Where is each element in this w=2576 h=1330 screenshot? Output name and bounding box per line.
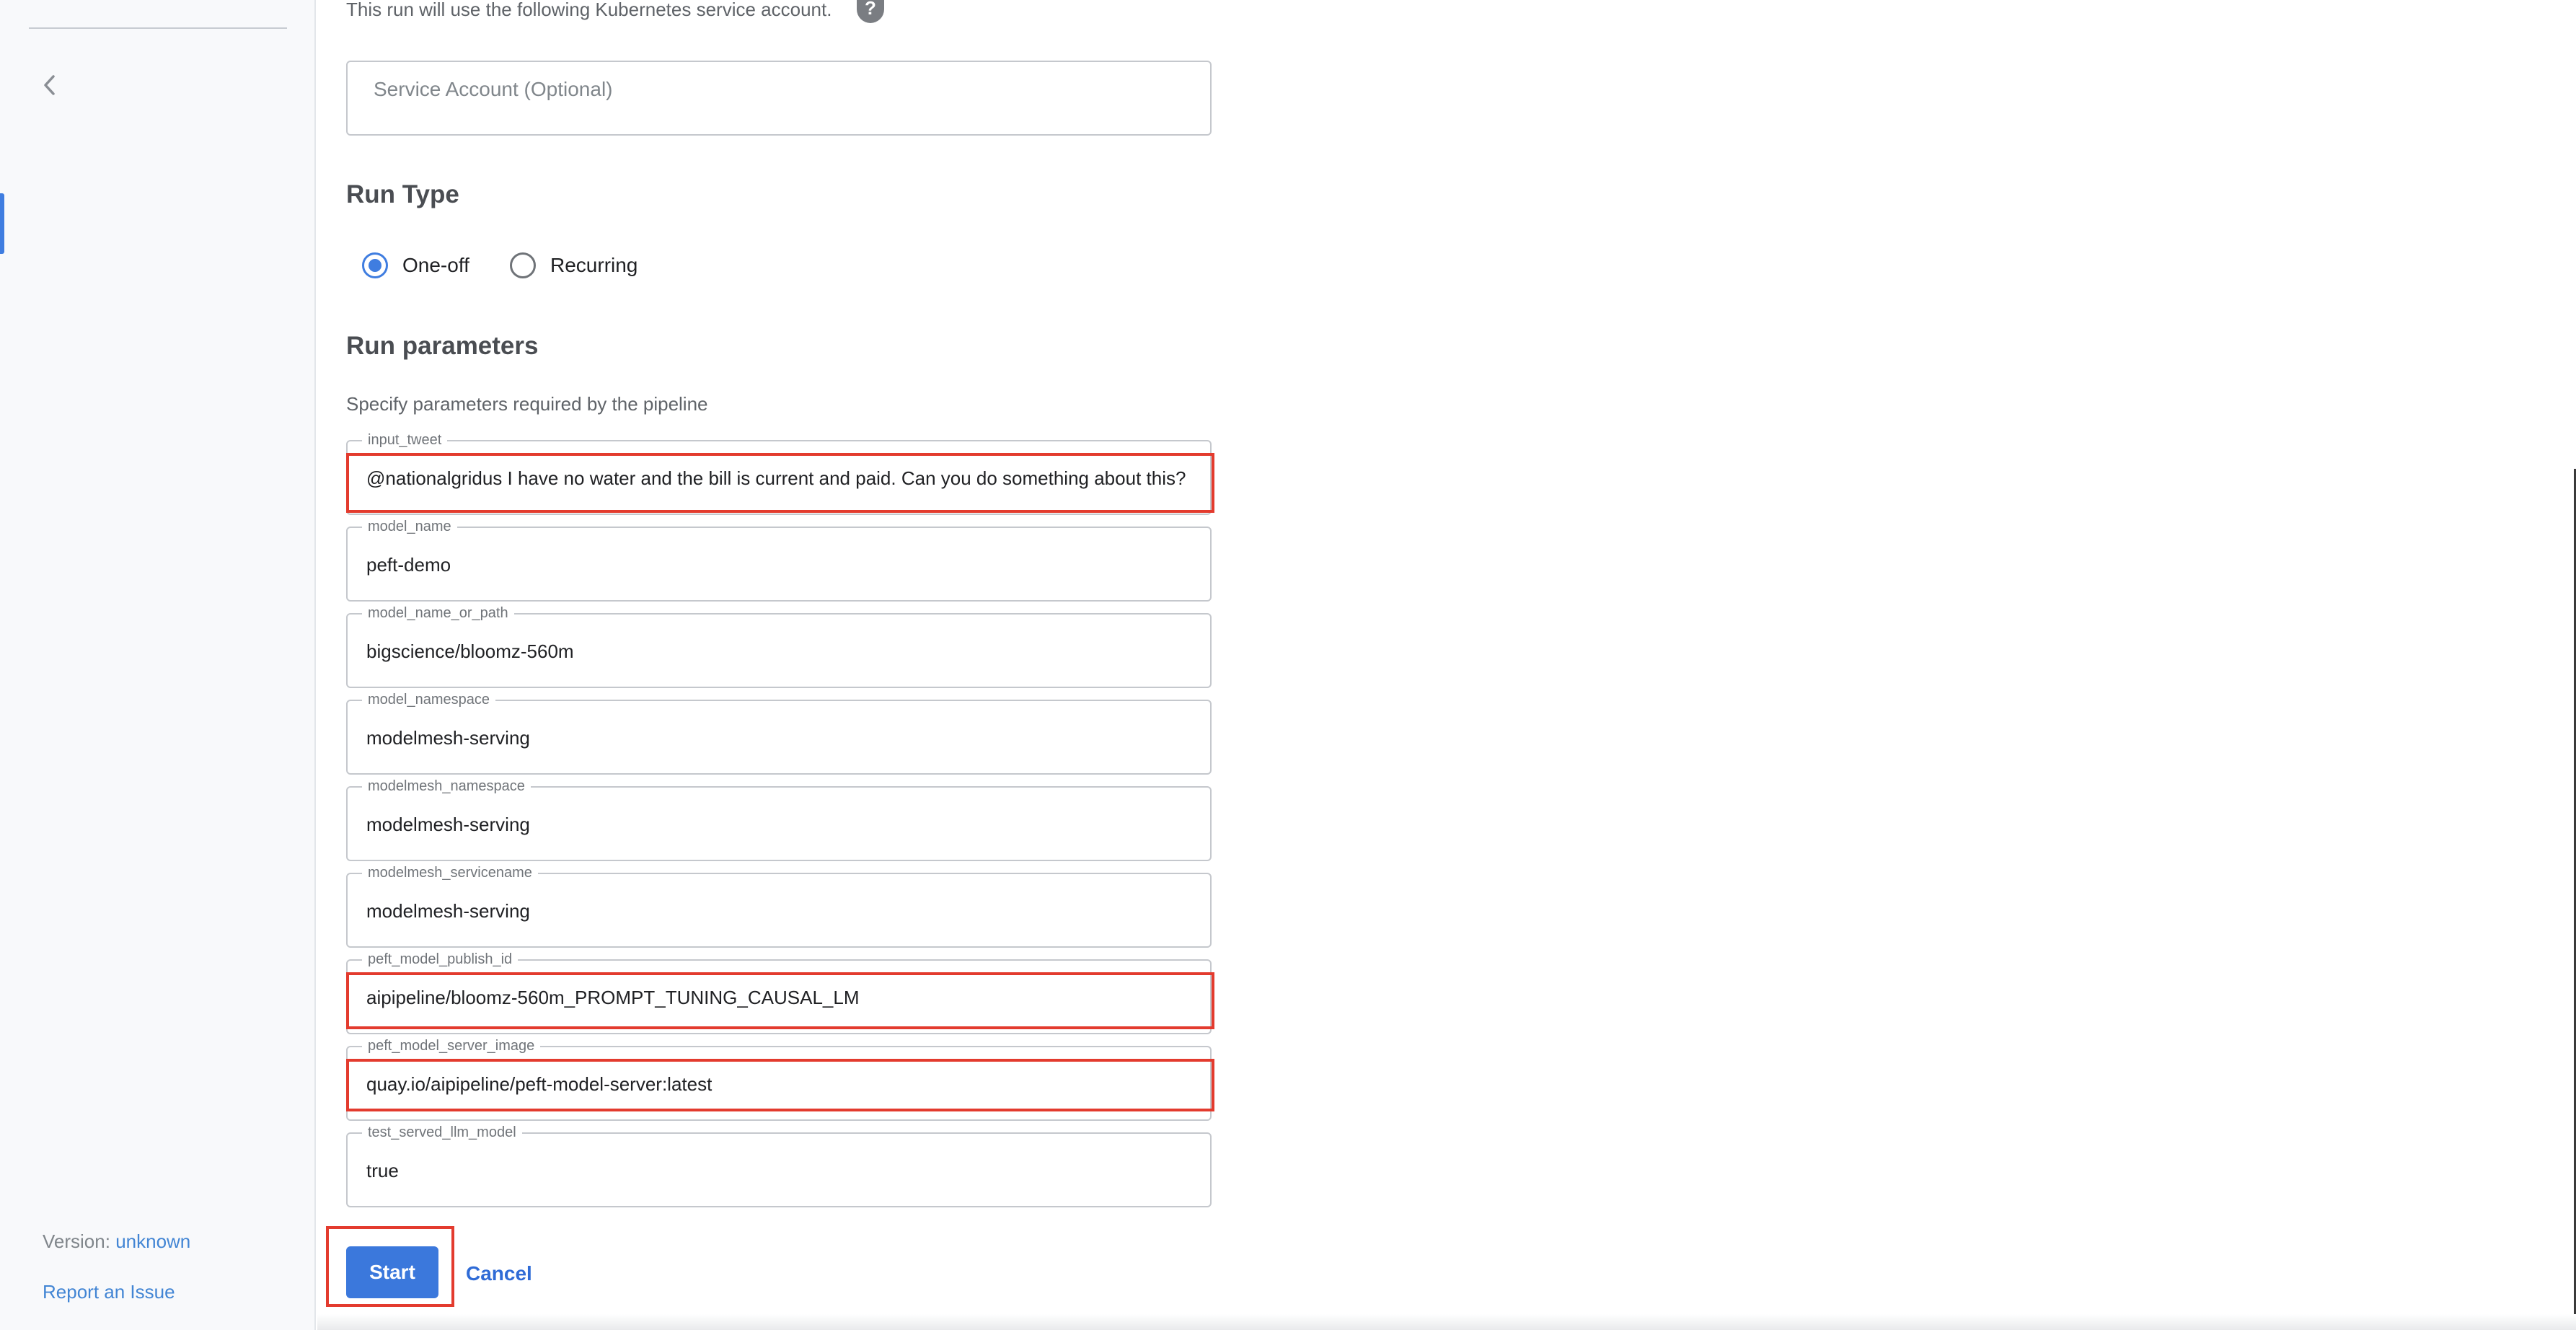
active-nav-indicator — [0, 193, 4, 254]
radio-recurring-control[interactable] — [510, 252, 536, 278]
bottom-shadow — [317, 1314, 2576, 1330]
param-value[interactable]: @nationalgridus I have no water and the … — [366, 467, 1186, 490]
param-label: test_served_llm_model — [362, 1124, 522, 1141]
service-account-description: This run will use the following Kubernet… — [346, 0, 832, 20]
service-account-placeholder: Service Account (Optional) — [374, 78, 613, 100]
param-modelmesh-servicename[interactable]: modelmesh_servicename modelmesh-serving — [346, 864, 1212, 948]
param-peft-model-publish-id[interactable]: peft_model_publish_id aipipeline/bloomz-… — [346, 951, 1212, 1034]
param-peft-model-server-image[interactable]: peft_model_server_image quay.io/aipipeli… — [346, 1037, 1212, 1121]
service-account-input[interactable]: Service Account (Optional) — [346, 61, 1212, 136]
chevron-left-icon — [44, 75, 55, 95]
param-value[interactable]: peft-demo — [366, 554, 451, 576]
run-parameters-heading: Run parameters — [346, 332, 539, 360]
sidebar-divider — [29, 27, 287, 29]
param-value[interactable]: aipipeline/bloomz-560m_PROMPT_TUNING_CAU… — [366, 987, 859, 1009]
param-input-tweet[interactable]: input_tweet @nationalgridus I have no wa… — [346, 431, 1212, 515]
radio-one-off[interactable]: One-off — [362, 252, 469, 278]
param-model-namespace[interactable]: model_namespace modelmesh-serving — [346, 691, 1212, 775]
radio-one-off-label: One-off — [402, 254, 469, 276]
cancel-button[interactable]: Cancel — [466, 1262, 532, 1285]
radio-recurring[interactable]: Recurring — [510, 252, 638, 278]
version-label: Version: — [43, 1230, 110, 1252]
param-value[interactable]: modelmesh-serving — [366, 814, 530, 836]
param-value[interactable]: modelmesh-serving — [366, 900, 530, 922]
param-label: model_name — [362, 518, 457, 535]
param-test-served-llm-model[interactable]: test_served_llm_model true — [346, 1124, 1212, 1207]
run-parameters-description: Specify parameters required by the pipel… — [346, 393, 708, 415]
param-label: peft_model_publish_id — [362, 951, 519, 968]
param-value[interactable]: true — [366, 1160, 399, 1182]
run-type-heading: Run Type — [346, 180, 459, 208]
param-value[interactable]: bigscience/bloomz-560m — [366, 640, 574, 663]
help-icon[interactable]: ? — [857, 0, 884, 23]
report-issue-link[interactable]: Report an Issue — [43, 1281, 175, 1303]
version-value[interactable]: unknown — [115, 1230, 190, 1252]
param-label: modelmesh_namespace — [362, 778, 531, 795]
param-label: input_tweet — [362, 431, 448, 449]
collapse-sidebar-button[interactable] — [36, 72, 62, 98]
param-value[interactable]: modelmesh-serving — [366, 727, 530, 749]
param-label: model_name_or_path — [362, 604, 514, 622]
param-label: peft_model_server_image — [362, 1037, 541, 1054]
start-button[interactable]: Start — [346, 1246, 438, 1298]
version-info: Version: unknown — [43, 1230, 190, 1253]
sidebar: Version: unknown Report an Issue — [0, 0, 316, 1330]
param-label: modelmesh_servicename — [362, 864, 538, 881]
param-value[interactable]: quay.io/aipipeline/peft-model-server:lat… — [366, 1073, 712, 1096]
radio-recurring-label: Recurring — [550, 254, 638, 276]
radio-one-off-control[interactable] — [362, 252, 388, 278]
param-modelmesh-namespace[interactable]: modelmesh_namespace modelmesh-serving — [346, 778, 1212, 861]
param-model-name[interactable]: model_name peft-demo — [346, 518, 1212, 602]
param-model-name-or-path[interactable]: model_name_or_path bigscience/bloomz-560… — [346, 604, 1212, 688]
param-label: model_namespace — [362, 691, 495, 708]
